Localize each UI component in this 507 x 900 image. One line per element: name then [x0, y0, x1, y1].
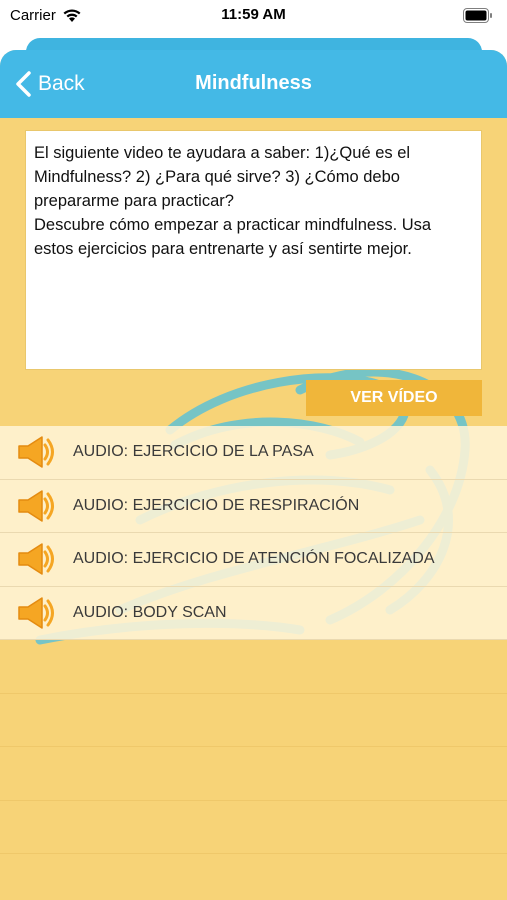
audio-item-label: AUDIO: BODY SCAN: [73, 603, 227, 621]
audio-item-body-scan[interactable]: AUDIO: BODY SCAN: [0, 586, 507, 640]
empty-row: [0, 694, 507, 747]
audio-list: AUDIO: EJERCICIO DE LA PASA AUDIO: EJERC…: [0, 426, 507, 900]
audio-item-pasa[interactable]: AUDIO: EJERCICIO DE LA PASA: [0, 426, 507, 480]
empty-row: [0, 854, 507, 900]
empty-row: [0, 801, 507, 854]
status-bar: Carrier 11:59 AM: [0, 0, 507, 34]
intro-text: El siguiente video te ayudara a saber: 1…: [34, 144, 432, 258]
audio-item-respiracion[interactable]: AUDIO: EJERCICIO DE RESPIRACIÓN: [0, 479, 507, 533]
watch-video-button[interactable]: VER VÍDEO: [306, 380, 482, 416]
speaker-icon: [18, 436, 54, 468]
speaker-icon: [18, 597, 54, 629]
modal-sheet: Back Mindfulness El siguiente video te a…: [0, 50, 507, 900]
empty-row: [0, 747, 507, 801]
audio-item-label: AUDIO: EJERCICIO DE LA PASA: [73, 443, 314, 461]
empty-row: [0, 640, 507, 694]
status-time: 11:59 AM: [221, 6, 286, 23]
intro-text-box: El siguiente video te ayudara a saber: 1…: [25, 130, 482, 370]
speaker-icon: [18, 490, 54, 522]
audio-item-atencion-focalizada[interactable]: AUDIO: EJERCICIO DE ATENCIÓN FOCALIZADA: [0, 533, 507, 587]
page-title: Mindfulness: [195, 72, 312, 94]
speaker-icon: [18, 543, 54, 575]
audio-item-label: AUDIO: EJERCICIO DE RESPIRACIÓN: [73, 496, 360, 514]
battery-icon: [463, 8, 492, 23]
audio-item-label: AUDIO: EJERCICIO DE ATENCIÓN FOCALIZADA: [73, 550, 435, 568]
navigation-bar: Back Mindfulness: [0, 50, 507, 118]
